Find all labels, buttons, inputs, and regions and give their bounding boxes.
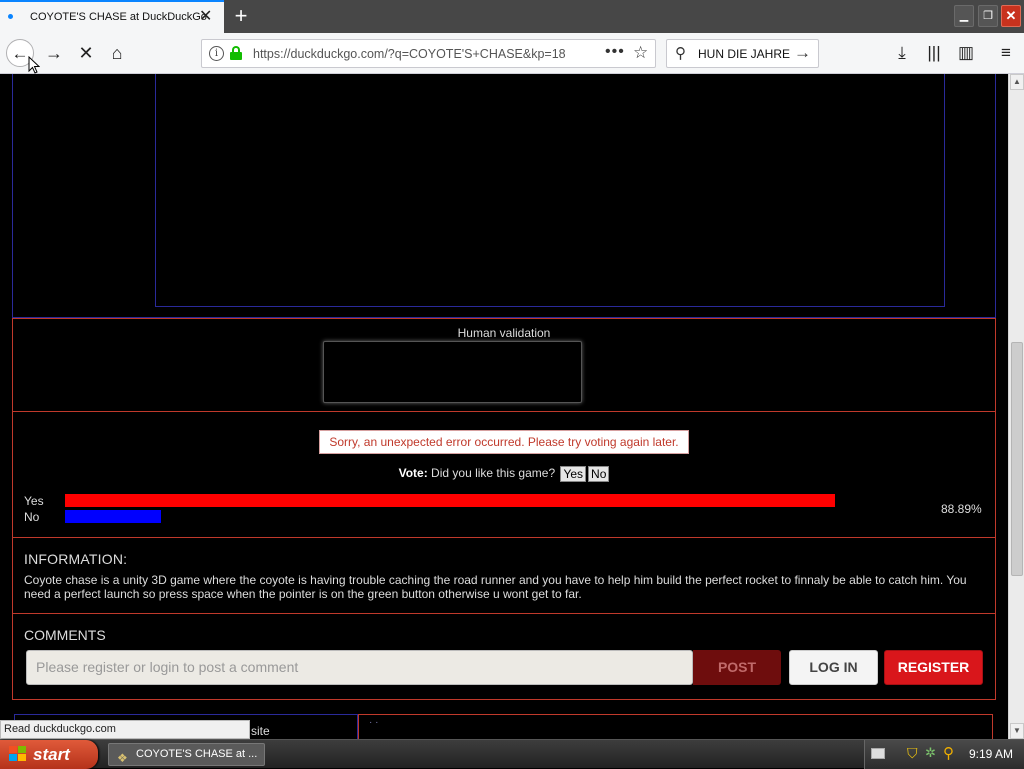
vote-question: Vote: Did you like this game? Yes No (13, 466, 995, 482)
clock: 9:19 AM (969, 747, 1014, 761)
vote-no-label: No (24, 510, 40, 524)
tab-loading-icon (8, 14, 13, 19)
sidebar-icon[interactable]: ▥ (954, 41, 978, 65)
captcha-box[interactable] (323, 341, 582, 403)
home-icon[interactable]: ⌂ (103, 39, 131, 67)
search-tray-icon[interactable]: ⚲ (943, 744, 954, 762)
network-icon[interactable]: ✲ (925, 745, 936, 761)
tab-close-icon[interactable]: ✕ (199, 8, 212, 26)
information-text: Coyote chase is a unity 3D game where th… (24, 573, 967, 601)
info-icon[interactable]: i (209, 46, 224, 61)
library-icon[interactable]: ||| (922, 41, 946, 65)
comment-input[interactable]: Please register or login to post a comme… (26, 650, 693, 685)
error-message: Sorry, an unexpected error occurred. Ple… (319, 430, 689, 454)
scroll-up-icon[interactable]: ▲ (1010, 74, 1024, 90)
bottom-right-box: · · (358, 714, 993, 739)
system-tray: ⛉ ✲ ⚲ 9:19 AM (864, 740, 1024, 769)
windows-flag-icon (9, 746, 27, 763)
comments-heading: COMMENTS (24, 627, 106, 643)
forward-icon[interactable]: → (40, 39, 68, 67)
human-validation-label: Human validation (457, 326, 551, 340)
window-restore-button[interactable]: ❐ (978, 5, 998, 27)
start-label: start (33, 745, 70, 764)
more-icon[interactable]: ••• (605, 43, 625, 61)
nav-toolbar: ← → ✕ ⌂ i https://duckduckgo.com/?q=COYO… (0, 33, 1024, 74)
browser-window-icon: ❖ (117, 751, 128, 765)
search-input[interactable]: HUN DIE JAHRE (698, 47, 790, 61)
vote-no-button[interactable]: No (588, 466, 610, 482)
lock-icon (230, 46, 242, 60)
game-canvas[interactable] (155, 74, 945, 307)
shield-icon[interactable]: ⛉ (907, 745, 918, 762)
url-text[interactable]: https://duckduckgo.com/?q=COYOTE'S+CHASE… (253, 47, 571, 61)
keyboard-icon[interactable] (871, 748, 885, 759)
game-frame (12, 74, 996, 318)
search-icon: ⚲ (675, 45, 686, 62)
search-bar[interactable]: ⚲ HUN DIE JAHRE → (666, 39, 819, 68)
vote-no-bar (65, 510, 161, 523)
bookmark-star-icon[interactable]: ☆ (633, 43, 648, 63)
mouse-cursor-icon (28, 56, 40, 74)
taskbar-item-browser[interactable]: ❖ COYOTE'S CHASE at ... (108, 743, 265, 766)
scroll-down-icon[interactable]: ▼ (1010, 723, 1024, 739)
vote-percent: 88.89% (941, 502, 982, 516)
menu-icon[interactable]: ≡ (994, 41, 1018, 65)
scrollbar-thumb[interactable] (1011, 342, 1023, 576)
start-button[interactable]: start (0, 740, 98, 769)
comments-panel: COMMENTS Please register or login to pos… (12, 614, 996, 700)
taskbar: start ❖ COYOTE'S CHASE at ... ⛉ ✲ ⚲ 9:19… (0, 739, 1024, 769)
register-button[interactable]: REGISTER (884, 650, 983, 685)
url-bar[interactable]: i https://duckduckgo.com/?q=COYOTE'S+CHA… (201, 39, 656, 68)
search-go-icon[interactable]: → (794, 43, 811, 63)
vote-yes-button[interactable]: Yes (560, 466, 587, 482)
page-viewport: Human validation Sorry, an unexpected er… (0, 74, 1008, 739)
tab-active[interactable]: COYOTE'S CHASE at DuckDuckGo ✕ (0, 0, 224, 33)
tab-bar: COYOTE'S CHASE at DuckDuckGo ✕ + ▁ ❐ ✕ (0, 0, 1024, 33)
page-scrollbar[interactable]: ▲ ▼ (1008, 74, 1024, 739)
window-close-button[interactable]: ✕ (1001, 5, 1021, 27)
vote-prefix: Vote: (398, 466, 428, 481)
status-text: Read duckduckgo.com (0, 720, 250, 739)
taskbar-item-label: COYOTE'S CHASE at ... (136, 748, 258, 760)
bottom-partial-text: site (251, 724, 270, 738)
vote-yes-bar (65, 494, 835, 507)
login-button[interactable]: LOG IN (789, 650, 878, 685)
human-validation-panel: Human validation (12, 318, 996, 412)
window-minimize-button[interactable]: ▁ (954, 5, 974, 27)
vote-yes-label: Yes (24, 494, 44, 508)
loading-dots-icon: · · (369, 717, 379, 728)
information-panel: INFORMATION: Coyote chase is a unity 3D … (12, 538, 996, 614)
download-icon[interactable]: ⤓ (890, 41, 914, 65)
vote-question-text: Did you like this game? (427, 466, 556, 481)
tab-title: COYOTE'S CHASE at DuckDuckGo (30, 11, 207, 23)
post-button[interactable]: POST (693, 650, 781, 685)
information-heading: INFORMATION: (24, 551, 128, 567)
new-tab-button[interactable]: + (230, 3, 252, 29)
stop-icon[interactable]: ✕ (72, 39, 100, 67)
vote-panel: Sorry, an unexpected error occurred. Ple… (12, 412, 996, 538)
